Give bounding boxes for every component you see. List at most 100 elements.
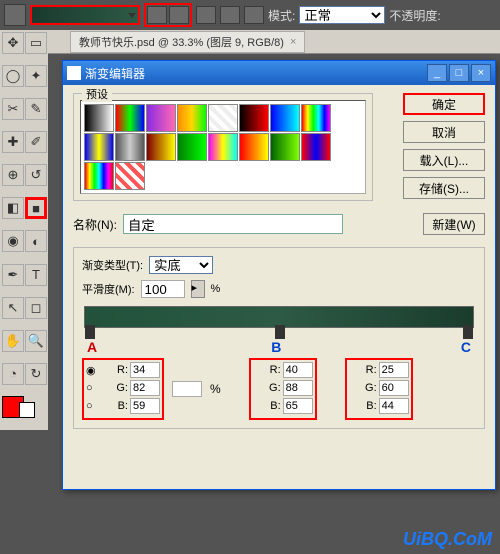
rotate-tool[interactable]: ↻ — [25, 363, 47, 385]
shape-tool[interactable]: ◻ — [25, 297, 47, 319]
minimize-button[interactable]: _ — [427, 64, 447, 82]
smooth-input[interactable] — [141, 280, 185, 298]
preset-swatch[interactable] — [270, 133, 300, 161]
letter-b: B — [271, 339, 281, 355]
preset-swatch[interactable] — [270, 104, 300, 132]
preset-swatch[interactable] — [208, 133, 238, 161]
gradient-editor-dialog: 渐变编辑器 _ □ × 预设 确定 取消 载入(L)... 存储(S)... 名… — [62, 60, 496, 490]
hand-tool[interactable]: ✋ — [2, 330, 24, 352]
preset-swatch[interactable] — [115, 133, 145, 161]
gradient-preview[interactable] — [30, 5, 140, 25]
wand-tool[interactable]: ✦ — [25, 65, 47, 87]
chevron-down-icon — [128, 13, 136, 18]
preset-swatch[interactable] — [177, 133, 207, 161]
preset-swatch[interactable] — [146, 104, 176, 132]
b-input-a[interactable] — [130, 398, 160, 414]
blur-tool[interactable]: ◉ — [2, 230, 24, 252]
color-stop-a[interactable] — [85, 325, 95, 339]
gradient-type-buttons — [144, 3, 192, 27]
preset-swatch[interactable] — [177, 104, 207, 132]
document-tab[interactable]: 教师节快乐.psd @ 33.3% (图层 9, RGB/8) × — [70, 31, 305, 53]
preset-swatch[interactable] — [84, 133, 114, 161]
eraser-tool[interactable]: ◧ — [2, 197, 24, 219]
r-input-b[interactable] — [283, 362, 313, 378]
radial-gradient-button[interactable] — [169, 6, 189, 24]
load-button[interactable]: 载入(L)... — [403, 149, 485, 171]
pen-tool[interactable]: ✒ — [2, 264, 24, 286]
close-icon[interactable]: × — [290, 36, 296, 48]
close-button[interactable]: × — [471, 64, 491, 82]
new-button[interactable]: 新建(W) — [423, 213, 485, 235]
type-tool[interactable]: T — [25, 264, 47, 286]
mode-label: 模式: — [268, 7, 295, 24]
maximize-button[interactable]: □ — [449, 64, 469, 82]
mode-select[interactable]: 正常 — [299, 6, 385, 24]
gradient-tool[interactable]: ■ — [25, 197, 47, 219]
crop-tool[interactable]: ✂ — [2, 98, 24, 120]
gradient-bar[interactable]: A B C — [84, 306, 474, 328]
dialog-buttons: 确定 取消 载入(L)... 存储(S)... — [403, 93, 485, 199]
name-row: 名称(N): 新建(W) — [73, 213, 485, 235]
watermark: UiBQ.CoM — [403, 529, 492, 550]
presets-label: 预设 — [82, 86, 112, 102]
preset-swatch[interactable] — [84, 162, 114, 190]
options-bar: 模式: 正常 不透明度: — [0, 0, 500, 30]
b-input-c[interactable] — [379, 398, 409, 414]
lasso-tool[interactable]: ◯ — [2, 65, 24, 87]
eyedropper-tool[interactable]: ✎ — [25, 98, 47, 120]
dialog-titlebar[interactable]: 渐变编辑器 _ □ × — [63, 61, 495, 85]
stamp-tool[interactable]: ⊕ — [2, 164, 24, 186]
notes-tool[interactable]: ◔ — [2, 363, 24, 385]
save-button[interactable]: 存储(S)... — [403, 177, 485, 199]
preset-swatch[interactable] — [239, 104, 269, 132]
type-label: 渐变类型(T): — [82, 257, 143, 273]
preset-swatch[interactable] — [301, 104, 331, 132]
presets-frame: 预设 — [73, 93, 373, 201]
background-color[interactable] — [19, 402, 35, 418]
app-icon — [67, 66, 81, 80]
g-input-a[interactable] — [130, 380, 160, 396]
reflected-gradient-button[interactable] — [220, 6, 240, 24]
gradient-settings: 渐变类型(T): 实底 平滑度(M): ▸ % A B C ◉R — [73, 247, 485, 429]
preset-grid — [80, 100, 366, 194]
path-tool[interactable]: ↖ — [2, 297, 24, 319]
angle-gradient-button[interactable] — [196, 6, 216, 24]
name-input[interactable] — [123, 214, 343, 234]
smooth-arrow-button[interactable]: ▸ — [191, 280, 205, 298]
diamond-gradient-button[interactable] — [244, 6, 264, 24]
b-input-b[interactable] — [283, 398, 313, 414]
color-stop-b[interactable] — [275, 325, 285, 339]
rgb-group-c: R: G: B: — [345, 358, 413, 420]
preset-swatch[interactable] — [239, 133, 269, 161]
dialog-title: 渐变编辑器 — [85, 65, 145, 82]
name-label: 名称(N): — [73, 216, 117, 233]
pct-box-a[interactable] — [172, 381, 202, 397]
preset-swatch[interactable] — [84, 104, 114, 132]
preset-swatch[interactable] — [115, 104, 145, 132]
healing-tool[interactable]: ✚ — [2, 131, 24, 153]
ok-button[interactable]: 确定 — [403, 93, 485, 115]
cancel-button[interactable]: 取消 — [403, 121, 485, 143]
color-stop-c[interactable] — [463, 325, 473, 339]
preset-swatch[interactable] — [208, 104, 238, 132]
brush-tool[interactable]: ✐ — [25, 131, 47, 153]
type-select[interactable]: 实底 — [149, 256, 213, 274]
move-tool[interactable]: ✥ — [2, 32, 24, 54]
r-input-a[interactable] — [130, 362, 160, 378]
marquee-tool[interactable]: ▭ — [25, 32, 47, 54]
linear-gradient-button[interactable] — [147, 6, 167, 24]
g-input-c[interactable] — [379, 380, 409, 396]
history-brush-tool[interactable]: ↺ — [25, 164, 47, 186]
preset-swatch[interactable] — [146, 133, 176, 161]
r-input-c[interactable] — [379, 362, 409, 378]
zoom-tool[interactable]: 🔍 — [25, 330, 47, 352]
preset-swatch[interactable] — [301, 133, 331, 161]
rgb-group-a: ◉R: ○G: ○B: — [82, 358, 164, 420]
dodge-tool[interactable]: ◐ — [25, 230, 47, 252]
g-input-b[interactable] — [283, 380, 313, 396]
tools-panel: ✥ ▭ ◯ ✦ ✂ ✎ ✚ ✐ ⊕ ↺ ◧ ■ ◉ ◐ ✒ T ↖ ◻ ✋ 🔍 … — [0, 30, 48, 430]
dialog-body: 预设 确定 取消 载入(L)... 存储(S)... 名称(N): 新建(W) … — [63, 85, 495, 489]
rgb-groups: ◉R: ○G: ○B: % R: G: B: R: G: B: — [82, 358, 476, 420]
preset-swatch[interactable] — [115, 162, 145, 190]
opacity-label: 不透明度: — [389, 7, 440, 24]
